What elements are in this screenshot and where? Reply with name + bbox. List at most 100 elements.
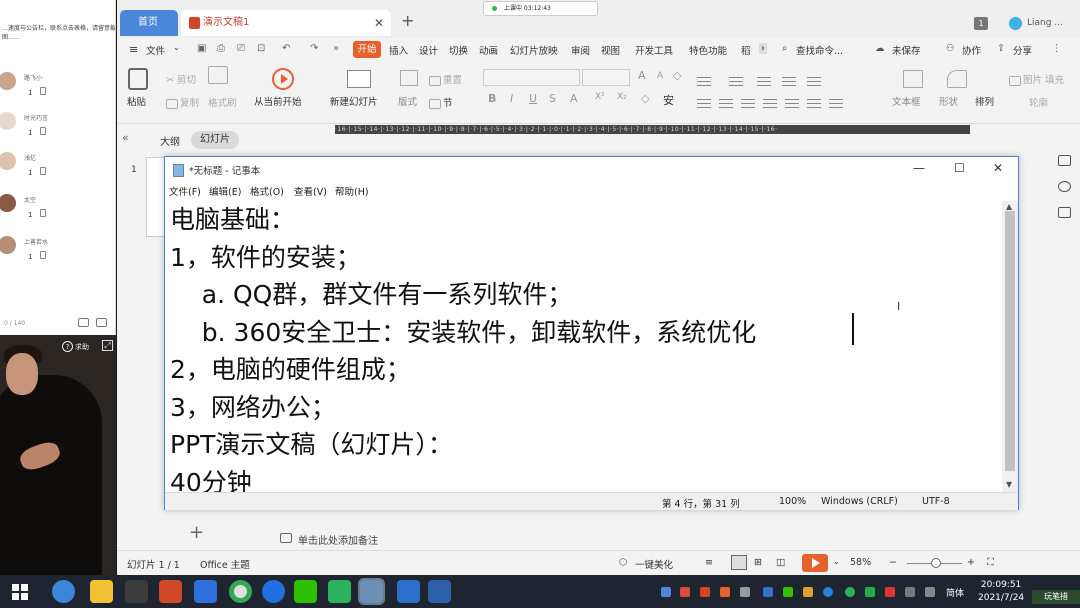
unsaved-status[interactable]: 未保存 — [892, 43, 921, 57]
browser-app-icon[interactable] — [52, 580, 75, 603]
beautify-button[interactable]: 一键美化 — [635, 557, 673, 571]
member-item[interactable]: 太空 1 — [0, 192, 115, 232]
menu-file[interactable]: 文件 — [146, 43, 165, 57]
italic-icon[interactable]: I — [510, 92, 513, 105]
picture-button[interactable]: 图片 — [1009, 72, 1042, 86]
underline-icon[interactable]: U — [529, 92, 537, 105]
line-spacing-icon[interactable] — [807, 74, 821, 87]
menu-slideshow[interactable]: 幻灯片放映 — [510, 43, 558, 57]
superscript-icon[interactable]: X² — [595, 92, 605, 102]
tray-qq-icon[interactable] — [823, 587, 833, 597]
paste-icon[interactable] — [128, 68, 148, 90]
align-center-icon[interactable] — [719, 96, 733, 109]
hamburger-icon[interactable]: ≡ — [129, 43, 138, 56]
clock[interactable]: 20:09:51 2021/7/24 — [978, 579, 1024, 605]
font-family-select[interactable] — [483, 69, 580, 86]
more-chevron-icon[interactable]: » — [333, 43, 339, 54]
trash-icon[interactable] — [40, 209, 46, 217]
camtasia-icon[interactable] — [328, 580, 351, 603]
maximize-icon[interactable]: ☐ — [954, 161, 965, 175]
notepad-app-icon[interactable] — [358, 578, 385, 605]
scroll-up-icon[interactable]: ▲ — [1006, 202, 1012, 211]
clear-format-icon[interactable]: ◇ — [673, 69, 681, 82]
align-left-icon[interactable] — [697, 96, 711, 109]
file-explorer-icon[interactable] — [90, 580, 113, 603]
zoom-level[interactable]: 58% — [850, 557, 871, 568]
cut-button[interactable]: ✂ 剪切 — [166, 72, 196, 86]
align-text-icon[interactable] — [829, 96, 843, 109]
shape-button[interactable]: 形状 — [939, 94, 958, 108]
align-right-icon[interactable] — [741, 96, 755, 109]
user-avatar[interactable] — [1009, 17, 1022, 30]
new-slide-button[interactable]: 新建幻灯片 — [330, 94, 378, 108]
subscript-icon[interactable]: X₂ — [617, 92, 627, 102]
trash-icon[interactable] — [40, 251, 46, 259]
trash-icon[interactable] — [40, 167, 46, 175]
share-button[interactable]: 分享 — [1013, 43, 1032, 57]
network-icon[interactable] — [905, 587, 915, 597]
copy-button[interactable]: 复制 — [166, 95, 199, 109]
tray-wechat-icon[interactable] — [783, 587, 793, 597]
zoom-slider-handle[interactable] — [931, 558, 941, 568]
menu-start[interactable]: 开始 — [353, 41, 381, 58]
menu-transition[interactable]: 切换 — [449, 43, 468, 57]
notepad-scrollbar[interactable]: ▲ ▼ — [1002, 201, 1018, 492]
section-button[interactable]: 节 — [429, 95, 453, 109]
strikethrough-icon[interactable]: S — [549, 92, 556, 105]
menu-format[interactable]: 格式(O) — [250, 184, 284, 198]
slide-switch-icon[interactable] — [1058, 207, 1071, 218]
wechat-icon[interactable] — [294, 580, 317, 603]
reading-view-icon[interactable]: ◫ — [776, 557, 785, 568]
justify-icon[interactable] — [763, 96, 777, 109]
minimize-icon[interactable]: — — [913, 161, 925, 175]
notes-bar[interactable]: 单击此处添加备注 — [117, 530, 1080, 550]
chart-app-icon[interactable] — [194, 580, 217, 603]
menu-review[interactable]: 审阅 — [571, 43, 590, 57]
menu-more[interactable]: 稻 — [741, 43, 751, 57]
chevron-down-icon[interactable]: ⌄ — [173, 43, 180, 52]
print-preview-icon[interactable]: ⊡ — [257, 43, 265, 54]
undo-icon[interactable]: ↶ — [282, 43, 290, 54]
reset-button[interactable]: 重置 — [429, 72, 462, 86]
menu-design[interactable]: 设计 — [419, 43, 438, 57]
menu-view[interactable]: 查看(V) — [294, 184, 327, 198]
bold-icon[interactable]: B — [488, 92, 496, 105]
new-tab-button[interactable]: + — [401, 11, 414, 30]
pen-app-icon[interactable] — [125, 580, 148, 603]
tray-360-icon[interactable] — [865, 587, 875, 597]
text-direction-icon[interactable] — [807, 96, 821, 109]
layout-button[interactable]: 版式 — [398, 94, 417, 108]
ime-indicator[interactable]: 简体 — [946, 586, 964, 599]
trash-icon[interactable] — [40, 87, 46, 95]
menu-developer[interactable]: 开发工具 — [635, 43, 673, 57]
zoom-in-icon[interactable]: + — [967, 557, 975, 568]
menu-animation[interactable]: 动画 — [479, 43, 498, 57]
member-item[interactable]: 时光巧言 1 — [0, 110, 115, 150]
wps-app-icon[interactable] — [159, 580, 182, 603]
menu-edit[interactable]: 编辑(E) — [209, 184, 241, 198]
close-icon[interactable]: ✕ — [993, 161, 1003, 175]
chevron-down-icon[interactable]: ⌄ — [833, 557, 840, 566]
tray-green-icon[interactable] — [845, 587, 855, 597]
notes-placeholder[interactable]: 单击此处添加备注 — [298, 532, 378, 547]
menu-insert[interactable]: 插入 — [389, 43, 408, 57]
decrease-indent-icon[interactable] — [757, 74, 771, 87]
slideshow-play-button[interactable] — [802, 554, 828, 572]
member-item[interactable]: 上善若水 1 — [0, 234, 115, 274]
k-app-icon[interactable] — [262, 580, 285, 603]
shape-icon[interactable] — [947, 70, 967, 88]
classroom-app-icon[interactable] — [397, 580, 420, 603]
tab-slides[interactable]: 幻灯片 — [191, 131, 239, 149]
new-slide-icon[interactable] — [347, 70, 371, 88]
fit-window-icon[interactable]: ⛶ — [987, 557, 994, 568]
tab-document[interactable]: 演示文稿1 ✕ — [181, 10, 391, 36]
window-count-badge[interactable]: 1 — [974, 17, 988, 30]
text-box-button[interactable]: 文本框 — [892, 94, 921, 108]
highlight-icon[interactable]: ◇ — [641, 92, 649, 105]
scroll-down-icon[interactable]: ▼ — [1006, 480, 1012, 489]
tray-security-icon[interactable] — [885, 587, 895, 597]
layout-icon[interactable] — [400, 70, 418, 86]
trash-icon[interactable] — [40, 127, 46, 135]
font-size-select[interactable] — [582, 69, 630, 86]
command-search[interactable]: 查找命令... — [796, 43, 843, 57]
